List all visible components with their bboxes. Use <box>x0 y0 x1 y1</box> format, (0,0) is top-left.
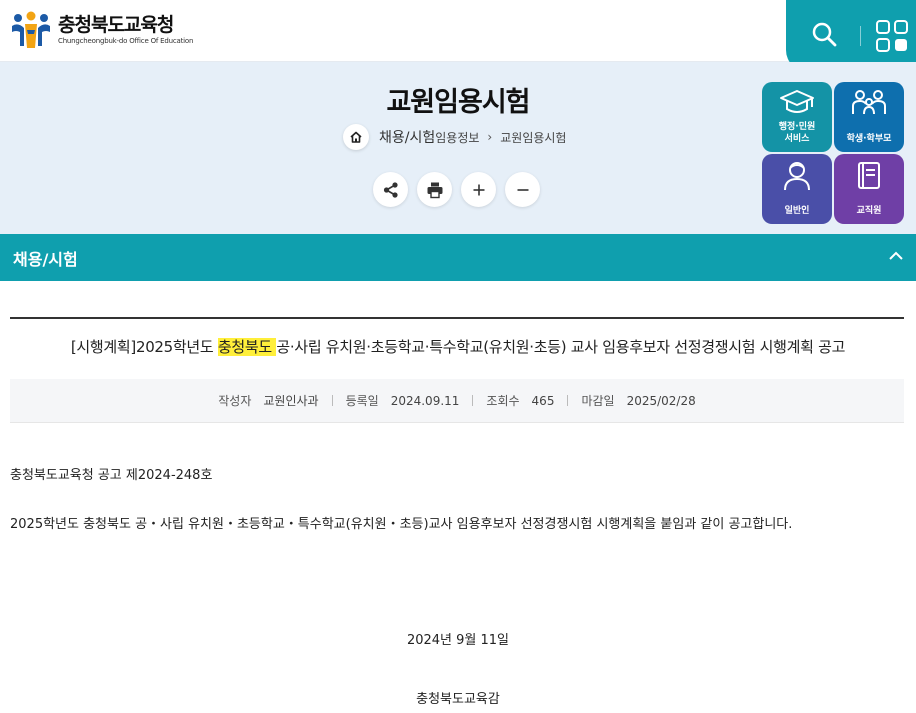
site-logo[interactable]: 충청북도교육청 Chungcheongbuk-do Office Of Educ… <box>10 10 193 50</box>
person-icon <box>784 162 810 191</box>
chevron-up-icon[interactable] <box>888 250 904 262</box>
breadcrumb-item-recruit[interactable]: 채용/시험 <box>379 127 435 147</box>
site-header: 충청북도교육청 Chungcheongbuk-do Office Of Educ… <box>0 0 916 72</box>
family-icon <box>852 90 886 115</box>
all-menu-grid-icon[interactable] <box>876 20 908 52</box>
quick-menu-label-2: 서비스 <box>784 134 810 144</box>
graduation-cap-icon <box>780 90 814 113</box>
meta-views: 465 <box>531 393 555 408</box>
quick-menu-label: 학생·학부모 <box>846 134 892 144</box>
quick-menu-general-public[interactable]: 일반인 <box>762 154 832 224</box>
meta-date: 2024.09.11 <box>390 393 460 408</box>
chevron-right-icon: › <box>487 130 493 144</box>
search-highlight: 충청북도 <box>217 338 277 356</box>
article-title-prefix: [시행계획]2025학년도 <box>70 338 218 356</box>
meta-divider <box>331 395 333 406</box>
book-icon <box>858 162 880 189</box>
article-top-rule <box>10 317 904 319</box>
share-button[interactable] <box>373 172 408 207</box>
quick-menu-label: 교직원 <box>856 206 882 216</box>
quick-menu-label: 행정·민원 <box>778 122 816 132</box>
home-button[interactable] <box>343 124 369 150</box>
printer-icon <box>427 182 442 198</box>
quick-menu-student-parent[interactable]: 학생·학부모 <box>834 82 904 152</box>
meta-divider <box>472 395 474 406</box>
section-label: 채용/시험 <box>13 249 78 269</box>
plus-icon <box>473 184 484 195</box>
quick-menu: 행정·민원 서비스 학생·학부모 일반인 교직원 <box>762 82 906 226</box>
meta-deadline: 2025/02/28 <box>626 393 696 408</box>
notice-number: 충청북도교육청 공고 제2024-248호 <box>10 468 213 483</box>
quick-menu-label: 일반인 <box>784 206 810 216</box>
article-title-suffix: 공·사립 유치원·초등학교·특수학교(유치원·초등) 교사 임용후보자 선정경쟁… <box>276 338 846 356</box>
share-icon <box>383 181 398 198</box>
zoom-out-button[interactable] <box>505 172 540 207</box>
quick-menu-admin-service[interactable]: 행정·민원 서비스 <box>762 82 832 152</box>
minus-icon <box>517 188 528 191</box>
meta-deadline-label: 마감일 <box>581 394 615 408</box>
breadcrumb-item-info[interactable]: 임용정보 <box>435 129 479 146</box>
zoom-in-button[interactable] <box>461 172 496 207</box>
page-tools <box>373 172 540 207</box>
home-icon <box>350 131 362 143</box>
meta-date-label: 등록일 <box>345 394 379 408</box>
search-icon[interactable] <box>810 20 838 48</box>
breadcrumb-item-current[interactable]: 교원임용시험 <box>500 129 566 146</box>
meta-author-label: 작성자 <box>218 394 252 408</box>
notice-body: 2025학년도 충청북도 공・사립 유치원・초등학교・특수학교(유치원・초등)교… <box>10 517 793 532</box>
meta-author: 교원인사과 <box>263 394 319 408</box>
issue-date: 2024년 9월 11일 <box>406 633 510 648</box>
emblem-icon <box>12 11 50 48</box>
section-accordion-header[interactable]: 채용/시험 <box>0 234 916 281</box>
quick-menu-staff[interactable]: 교직원 <box>834 154 904 224</box>
print-button[interactable] <box>417 172 452 207</box>
signer: 충청북도교육감 <box>416 692 500 707</box>
meta-divider <box>567 395 569 406</box>
meta-views-label: 조회수 <box>486 394 520 408</box>
utility-divider <box>860 26 861 46</box>
logo-english-text: Chungcheongbuk-do Office Of Education <box>58 37 194 45</box>
logo-korean-text: 충청북도교육청 <box>58 14 174 36</box>
article-title: [시행계획]2025학년도 충청북도 공·사립 유치원·초등학교·특수학교(유치… <box>0 336 916 357</box>
article-meta: 작성자 교원인사과 등록일 2024.09.11 조회수 465 마감일 202… <box>10 379 904 423</box>
breadcrumb: 채용/시험 임용정보 › 교원임용시험 <box>343 124 566 150</box>
